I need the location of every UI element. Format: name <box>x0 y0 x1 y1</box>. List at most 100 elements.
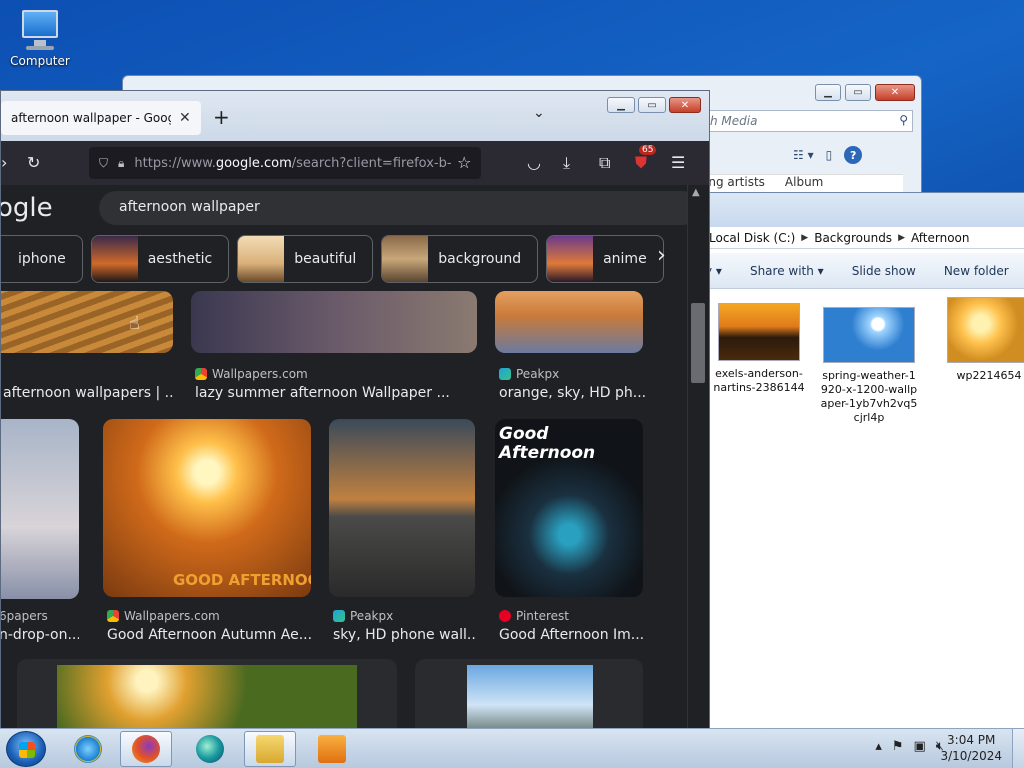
search-results-page: ogle afternoon wallpaper iphone aestheti… <box>1 185 687 731</box>
bookmark-star-icon[interactable]: ☆ <box>457 153 471 172</box>
address-bar[interactable]: ⛉ 🔒︎ https://www.google.com/search?clien… <box>89 147 481 179</box>
scroll-up-icon[interactable]: ▲ <box>692 187 700 198</box>
result-caption[interactable]: Good Afternoon Im... <box>499 627 645 643</box>
result-card[interactable] <box>415 659 643 731</box>
close-tab-icon[interactable]: ✕ <box>179 110 191 126</box>
wallpapers-favicon-icon <box>107 610 119 622</box>
browser-tab[interactable]: afternoon wallpaper - Google Se ✕ <box>1 101 201 135</box>
result-image[interactable] <box>495 291 643 353</box>
result-image[interactable]: GOOD AFTERNOON <box>103 419 311 597</box>
breadcrumb-item[interactable]: Afternoon <box>911 231 970 245</box>
clock[interactable]: 3:04 PM 3/10/2024 <box>940 732 1002 764</box>
result-caption[interactable]: n-drop-on... <box>1 627 79 643</box>
lock-icon[interactable]: 🔒︎ <box>118 156 124 171</box>
taskbar-media-player[interactable] <box>306 731 358 767</box>
chip-anime[interactable]: anime <box>546 235 664 283</box>
chip-thumbnail <box>547 236 594 282</box>
close-button[interactable]: ✕ <box>875 84 915 101</box>
reload-icon[interactable]: ↻ <box>27 153 40 172</box>
file-list: exels-anderson- nartins-2386144 spring-w… <box>701 297 1024 721</box>
minimize-button[interactable]: ▁ <box>607 97 635 113</box>
maximize-button[interactable]: ▭ <box>638 97 666 113</box>
result-caption[interactable]: orange, sky, HD ph... <box>499 385 645 401</box>
network-icon[interactable]: ▣ <box>914 739 926 754</box>
pocket-icon[interactable]: ◡ <box>527 153 541 172</box>
result-source[interactable]: Peakpx <box>333 609 393 623</box>
result-caption[interactable]: lazy summer afternoon Wallpaper ... <box>195 385 475 401</box>
overlay-text: GOOD AFTERNOON <box>173 571 311 589</box>
firefox-window[interactable]: afternoon wallpaper - Google Se ✕ + ⌄ ▁ … <box>0 90 710 732</box>
forward-icon[interactable]: › <box>1 153 7 172</box>
result-image[interactable] <box>57 665 357 731</box>
new-tab-button[interactable]: + <box>213 105 230 129</box>
desktop-icon-computer[interactable]: Computer <box>8 8 72 68</box>
action-center-flag-icon[interactable]: ⚑ <box>892 739 904 754</box>
result-source[interactable]: Wallpapers.com <box>195 367 308 381</box>
result-caption[interactable]: afternoon wallpapers | ... <box>3 385 173 401</box>
result-source[interactable]: 6papers <box>1 609 48 623</box>
result-image[interactable] <box>467 665 593 731</box>
file-item[interactable]: exels-anderson- nartins-2386144 <box>709 303 809 395</box>
chip-aesthetic[interactable]: aesthetic <box>90 235 230 283</box>
result-image[interactable] <box>191 291 477 353</box>
view-options-icon[interactable]: ☷ ▾ <box>793 148 814 162</box>
tab-title: afternoon wallpaper - Google Se <box>11 111 171 125</box>
result-image[interactable]: Good Afternoon <box>495 419 643 597</box>
file-item[interactable]: wp2214654 <box>939 297 1024 383</box>
minimize-button[interactable]: ▁ <box>815 84 841 101</box>
ublock-icon[interactable]: ⛊ <box>635 153 647 173</box>
result-caption[interactable]: Good Afternoon Autumn Ae... <box>107 627 313 643</box>
chip-thumbnail <box>382 236 429 282</box>
result-source[interactable]: Pinterest <box>499 609 569 623</box>
chip-background[interactable]: background <box>381 235 539 283</box>
taskbar: ▴ ⚑ ▣ 🔇︎ 3:04 PM 3/10/2024 <box>0 728 1024 768</box>
desktop-icon-label: Computer <box>10 54 70 68</box>
preview-pane-icon[interactable]: ▯ <box>826 148 833 162</box>
start-button[interactable] <box>6 731 46 767</box>
show-hidden-icons-icon[interactable]: ▴ <box>875 739 882 754</box>
extensions-icon[interactable]: ⧉ <box>599 153 610 173</box>
scrollbar-thumb[interactable] <box>691 303 705 383</box>
list-all-tabs-icon[interactable]: ⌄ <box>533 105 545 121</box>
result-image[interactable] <box>329 419 475 597</box>
share-with-button[interactable]: Share with ▾ <box>750 264 824 278</box>
search-input[interactable]: h Media ⚲ <box>703 110 913 132</box>
breadcrumb[interactable]: Local Disk (C:) ▶ Backgrounds ▶ Afternoo… <box>701 227 1024 249</box>
slide-show-button[interactable]: Slide show <box>852 264 916 278</box>
taskbar-firefox[interactable] <box>120 731 172 767</box>
new-folder-button[interactable]: New folder <box>944 264 1009 278</box>
taskbar-internet-explorer[interactable] <box>62 731 114 767</box>
scrollbar[interactable]: ▲ <box>687 185 709 731</box>
downloads-icon[interactable]: ⤓ <box>563 153 570 173</box>
title-bar <box>701 193 1024 227</box>
windows-logo-icon <box>19 742 35 758</box>
close-button[interactable]: ✕ <box>669 97 701 113</box>
breadcrumb-item[interactable]: Local Disk (C:) <box>709 231 795 245</box>
chevron-right-icon[interactable]: › <box>657 243 666 268</box>
result-source[interactable]: Peakpx <box>499 367 559 381</box>
navigation-toolbar: › ↻ ⛉ 🔒︎ https://www.google.com/search?c… <box>1 141 709 185</box>
help-icon[interactable]: ? <box>844 146 863 164</box>
chip-iphone[interactable]: iphone <box>1 235 83 283</box>
chevron-right-icon: ▶ <box>801 232 809 243</box>
google-logo[interactable]: ogle <box>1 193 53 223</box>
url-text: https://www.google.com/search?client=fir… <box>134 155 452 171</box>
tracking-shield-icon[interactable]: ⛉ <box>99 156 108 171</box>
result-caption[interactable]: sky, HD phone wall... <box>333 627 477 643</box>
menu-icon[interactable]: ☰ <box>671 153 685 172</box>
clock-date: 3/10/2024 <box>940 749 1002 763</box>
taskbar-explorer[interactable] <box>244 731 296 767</box>
show-desktop-button[interactable] <box>1012 729 1024 768</box>
result-source[interactable]: Wallpapers.com <box>107 609 220 623</box>
result-card[interactable] <box>17 659 397 731</box>
search-input[interactable]: afternoon wallpaper <box>99 191 687 225</box>
chip-beautiful[interactable]: beautiful <box>237 235 374 283</box>
result-image[interactable] <box>1 291 173 353</box>
taskbar-app[interactable] <box>184 731 236 767</box>
breadcrumb-item[interactable]: Backgrounds <box>814 231 892 245</box>
file-item[interactable]: spring-weather-1 920-x-1200-wallp aper-1… <box>819 307 919 425</box>
result-image[interactable] <box>1 419 79 599</box>
maximize-button[interactable]: ▭ <box>845 84 871 101</box>
folder-icon <box>256 735 284 763</box>
explorer-window-afternoon[interactable]: Local Disk (C:) ▶ Backgrounds ▶ Afternoo… <box>700 192 1024 732</box>
